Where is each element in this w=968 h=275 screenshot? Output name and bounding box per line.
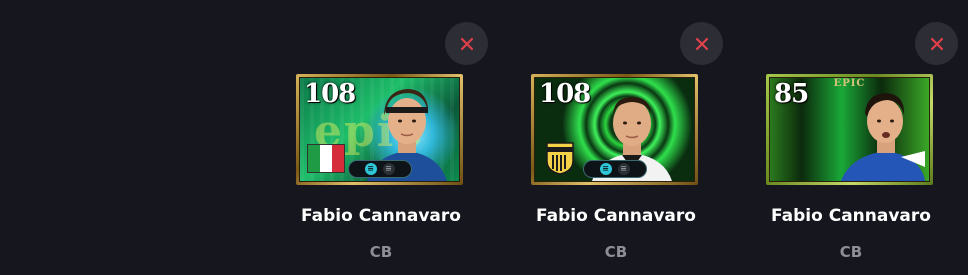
active-skill-icon: ≡	[599, 163, 612, 175]
player-name: Fabio Cannavaro	[301, 206, 461, 226]
inactive-skill-icon: ≡	[617, 163, 630, 175]
player-rating: 108	[304, 79, 356, 109]
close-icon	[695, 37, 708, 50]
player-position: CB	[369, 243, 393, 261]
remove-player-button[interactable]	[680, 22, 723, 65]
player-slot-1: epic 108 ≡ ≡ Fabio Cannavaro CB	[286, 0, 488, 275]
player-card[interactable]: EPIC 85	[766, 74, 933, 185]
skill-indicator: ≡ ≡	[347, 160, 412, 178]
player-position: CB	[604, 243, 628, 261]
close-icon	[930, 37, 943, 50]
skill-indicator: ≡ ≡	[582, 160, 647, 178]
remove-player-button[interactable]	[445, 22, 488, 65]
active-skill-icon: ≡	[364, 163, 377, 175]
player-position: CB	[839, 243, 863, 261]
player-card[interactable]: 108 ≡ ≡	[531, 74, 698, 185]
close-icon	[460, 37, 473, 50]
player-slot-2: 108 ≡ ≡ Fabio Cannavaro CB	[521, 0, 723, 275]
club-crest-icon	[546, 142, 574, 175]
player-name: Fabio Cannavaro	[771, 206, 931, 226]
player-rating: 85	[774, 79, 809, 109]
player-portrait	[841, 93, 925, 181]
player-name: Fabio Cannavaro	[536, 206, 696, 226]
remove-player-button[interactable]	[915, 22, 958, 65]
inactive-skill-icon: ≡	[382, 163, 395, 175]
player-compare-panel: epic 108 ≡ ≡ Fabio Cannavaro CB 108 ≡ ≡ …	[0, 0, 968, 275]
player-rating: 108	[539, 79, 591, 109]
player-slot-3: EPIC 85 Fabio Cannavaro CB	[756, 0, 958, 275]
player-card[interactable]: epic 108 ≡ ≡	[296, 74, 463, 185]
italy-flag-icon	[307, 144, 345, 173]
